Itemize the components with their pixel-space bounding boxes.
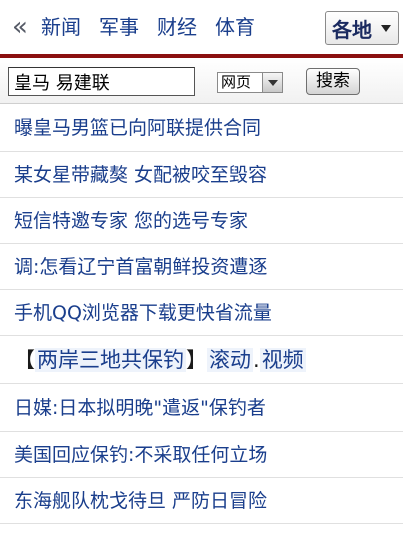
search-bar: 网页 搜索	[0, 58, 403, 104]
feature-topic-row: 【两岸三地共保钓】滚动.视频	[0, 336, 403, 384]
search-button[interactable]: 搜索	[306, 68, 360, 95]
news-link[interactable]: 短信特邀专家 您的选号专家	[0, 198, 403, 244]
search-type-select[interactable]: 网页	[217, 72, 283, 93]
feature-separator: .	[253, 348, 260, 372]
region-label: 各地	[332, 17, 372, 42]
nav-item-finance[interactable]: 财经	[157, 0, 197, 54]
nav-item-news[interactable]: 新闻	[41, 0, 81, 54]
news-link[interactable]: 曝皇马男篮已向阿联提供合同	[0, 104, 403, 152]
top-nav: « 新闻 军事 财经 体育 各地	[0, 0, 403, 54]
news-link[interactable]: 美国回应保钓:不采取任何立场	[0, 432, 403, 478]
region-select[interactable]: 各地	[325, 11, 399, 45]
search-type-label: 网页	[221, 73, 252, 91]
nav-item-sports[interactable]: 体育	[215, 0, 255, 54]
nav-item-military[interactable]: 军事	[99, 0, 139, 54]
chevron-down-icon	[381, 24, 391, 32]
news-link[interactable]: 日媒:日本拟明晚"遣返"保钓者	[0, 384, 403, 432]
feature-open-bracket: 【	[14, 348, 35, 372]
news-link[interactable]: 某女星带藏獒 女配被咬至毁容	[0, 152, 403, 198]
feature-topic-link[interactable]: 两岸三地共保钓	[35, 348, 186, 372]
news-link[interactable]: 东海舰队枕戈待旦 严防日冒险	[0, 478, 403, 524]
news-link[interactable]: 调:怎看辽宁首富朝鲜投资遭逐	[0, 244, 403, 290]
news-link[interactable]: 手机QQ浏览器下载更快省流量	[0, 290, 403, 336]
chevron-down-icon	[267, 79, 278, 86]
news-list-secondary: 日媒:日本拟明晚"遣返"保钓者 美国回应保钓:不采取任何立场 东海舰队枕戈待旦 …	[0, 384, 403, 524]
feature-rolling-link[interactable]: 滚动	[207, 348, 253, 372]
search-type-dropdown-button[interactable]	[262, 73, 282, 92]
feature-video-link[interactable]: 视频	[259, 348, 306, 372]
news-list: 曝皇马男篮已向阿联提供合同 某女星带藏獒 女配被咬至毁容 短信特邀专家 您的选号…	[0, 104, 403, 336]
search-input[interactable]	[8, 67, 195, 96]
feature-close-bracket: 】	[186, 348, 207, 372]
scroll-left-icon[interactable]: «	[4, 0, 32, 54]
